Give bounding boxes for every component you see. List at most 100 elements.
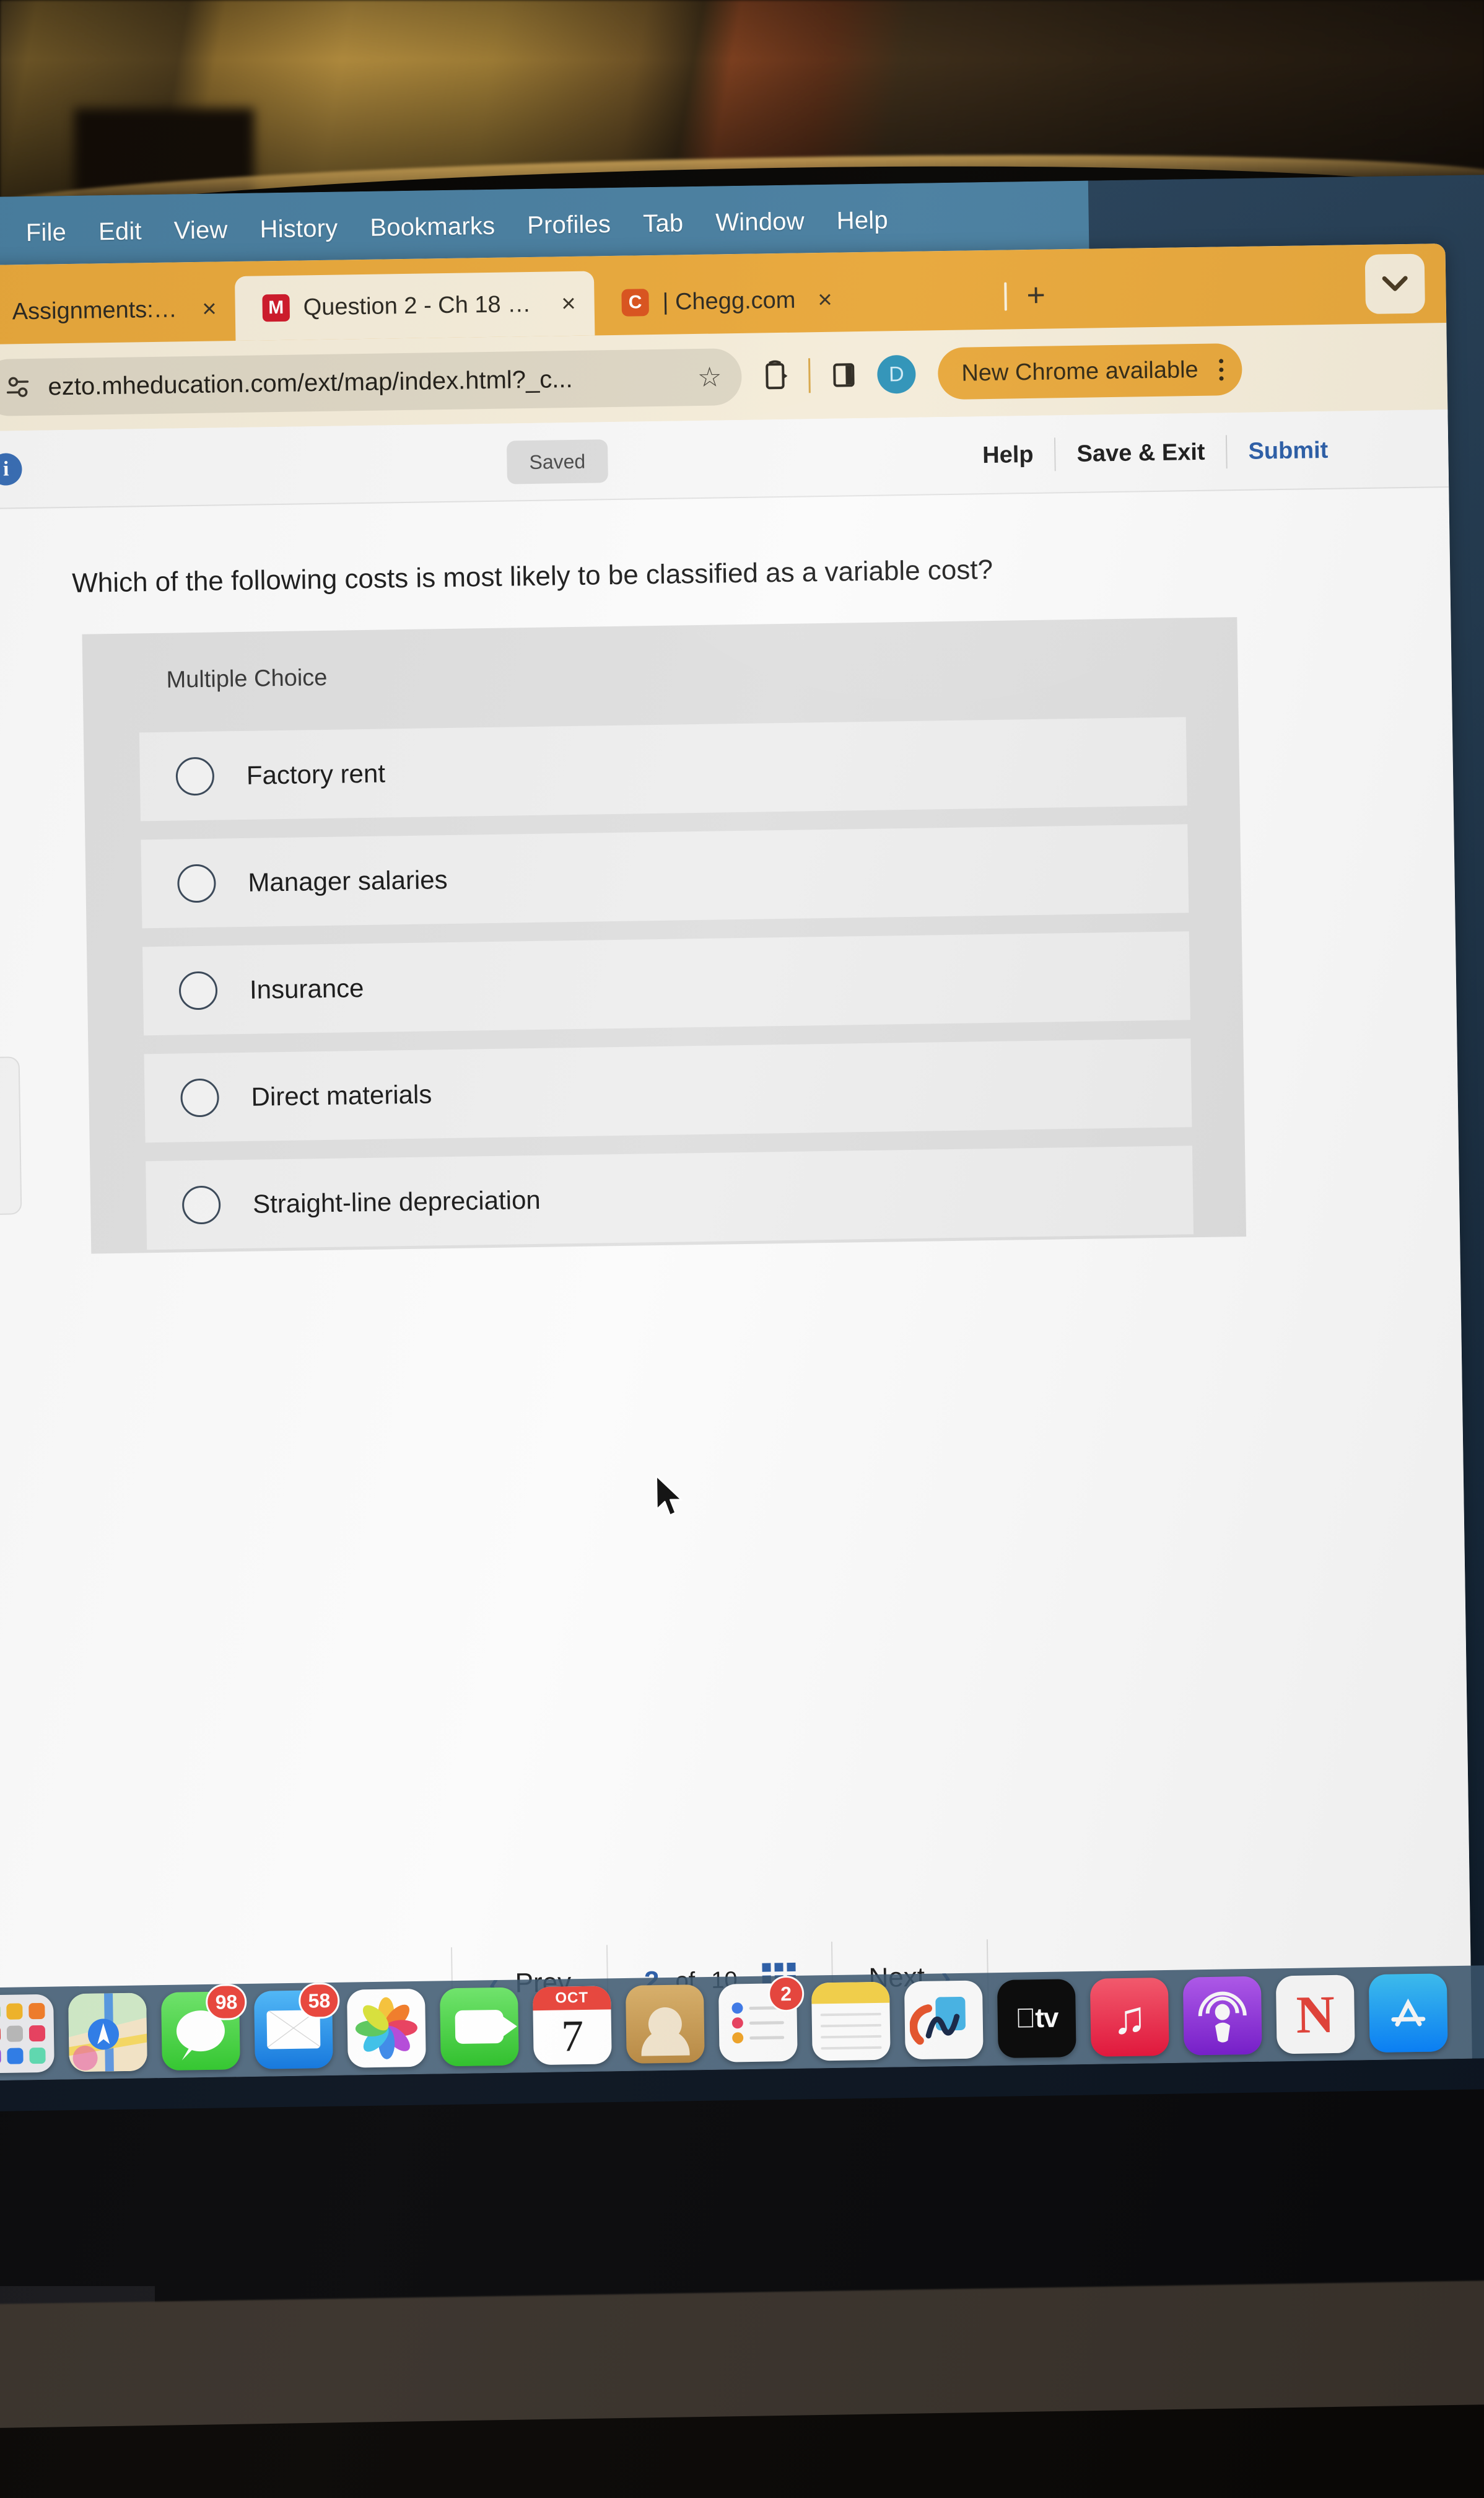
quiz-actions: Help Save & Exit Submit <box>961 411 1350 494</box>
new-tab-button[interactable]: + <box>1020 276 1052 314</box>
choice-option-manager-salaries[interactable]: Manager salaries <box>141 824 1189 929</box>
menu-item-apple[interactable]: ♥ <box>0 219 10 248</box>
menu-item-edit[interactable]: Edit <box>82 217 158 246</box>
menu-item-bookmarks[interactable]: Bookmarks <box>354 212 511 242</box>
podcasts-icon <box>1198 1991 1247 2043</box>
freeform-icon <box>909 1996 966 2045</box>
dock-item-maps[interactable] <box>68 1992 147 2072</box>
question-text: Which of the following costs is most lik… <box>71 554 993 598</box>
answer-panel: Multiple Choice Factory rent Manager sal… <box>82 617 1247 1254</box>
dock-item-notes[interactable] <box>811 1981 891 2061</box>
choice-option-direct-materials[interactable]: Direct materials <box>144 1038 1192 1143</box>
dock-item-podcasts[interactable] <box>1182 1976 1262 2056</box>
photo-of-laptop-screen: ♥ File Edit View History Bookmarks Profi… <box>0 0 1484 2498</box>
dock-item-freeform[interactable] <box>904 1980 984 2074</box>
tab-title: Assignments: BUSA-8-0 <box>12 296 180 325</box>
appletv-icon:  <box>1015 2003 1036 2034</box>
tabstrip-divider <box>1004 282 1007 311</box>
dock-item-launchpad[interactable] <box>0 1994 55 2074</box>
submit-button[interactable]: Submit <box>1227 437 1349 465</box>
dock-item-reminders[interactable]: 2 <box>718 1975 805 2062</box>
favicon-chegg-icon: C <box>621 289 649 317</box>
save-and-exit-button[interactable]: Save & Exit <box>1055 439 1226 468</box>
news-icon: N <box>1295 1984 1335 2044</box>
photos-icon <box>355 1997 417 2059</box>
profile-avatar[interactable]: D <box>876 354 916 394</box>
choice-label: Straight-line depreciation <box>252 1185 541 1219</box>
question-number-card[interactable]: 2 <box>0 1056 22 1217</box>
tab-title: | Chegg.com <box>662 287 796 315</box>
choice-label: Direct materials <box>251 1079 432 1111</box>
menu-item-profiles[interactable]: Profiles <box>511 210 627 240</box>
address-bar[interactable]: ezto.mheducation.com/ext/map/index.html?… <box>0 348 743 417</box>
favicon-mheducation-icon: M <box>262 294 290 322</box>
radio-button[interactable] <box>175 756 215 796</box>
dock-item-facetime[interactable] <box>439 1987 519 2067</box>
radio-button[interactable] <box>180 1078 220 1117</box>
bookmark-star-icon[interactable]: ☆ <box>697 361 726 393</box>
menu-item-window[interactable]: Window <box>699 207 821 237</box>
badge-count: 2 <box>767 1975 805 2012</box>
split-screen-icon[interactable] <box>755 356 795 397</box>
dock-item-contacts[interactable] <box>625 1984 705 2064</box>
browser-tab-question-2[interactable]: M Question 2 - Ch 18 Quiz × <box>234 271 595 341</box>
choice-list: Factory rent Manager salaries Insurance <box>139 717 1194 1268</box>
choice-option-factory-rent[interactable]: Factory rent <box>139 717 1187 822</box>
tab-search-button[interactable] <box>1364 253 1426 314</box>
laptop-screen: ♥ File Edit View History Bookmarks Profi… <box>0 174 1484 2131</box>
site-settings-icon[interactable] <box>3 373 32 402</box>
page-viewport: Quiz i Saved Help Save & Exit Submit <box>0 409 1472 2080</box>
browser-tab-chegg[interactable]: C | Chegg.com × <box>594 265 991 335</box>
facetime-icon <box>455 2009 504 2044</box>
choice-label: Manager salaries <box>248 864 448 897</box>
dock-item-photos[interactable] <box>346 1988 426 2082</box>
choice-label: Factory rent <box>246 758 386 790</box>
quiz-title-group: Quiz i <box>0 453 23 486</box>
appletv-label: tv <box>1024 2002 1058 2034</box>
menu-item-tab[interactable]: Tab <box>627 209 700 238</box>
choice-option-straight-line-depreciation[interactable]: Straight-line depreciation <box>146 1146 1194 1250</box>
menu-item-file[interactable]: File <box>9 218 82 247</box>
dock-item-calendar[interactable]: OCT 7 <box>532 1986 612 2066</box>
chrome-update-button[interactable]: New Chrome available <box>937 343 1243 400</box>
notes-icon <box>811 1981 890 2004</box>
tab-close-icon[interactable]: × <box>552 289 576 318</box>
toolbar-divider <box>808 358 811 393</box>
contacts-icon <box>648 2007 683 2041</box>
appstore-icon <box>1391 1998 1426 2027</box>
chevron-down-icon <box>1382 276 1408 291</box>
music-note-icon: ♫ <box>1112 1991 1148 2043</box>
launchpad-icon <box>0 2002 46 2065</box>
side-panel-icon[interactable] <box>824 355 864 395</box>
tab-close-icon[interactable]: × <box>809 286 832 314</box>
tab-title: Question 2 - Ch 18 Quiz <box>303 291 539 320</box>
dock-item-messages[interactable]: 98 <box>161 1984 247 2085</box>
dock-item-appletv[interactable]: tv <box>997 1979 1076 2073</box>
chrome-browser-window: MDC Assignments: BUSA-8-0 × M Question 2… <box>0 243 1472 2081</box>
tab-close-icon[interactable]: × <box>193 295 217 323</box>
dock-item-appstore[interactable] <box>1368 1973 1448 2053</box>
badge-count: 58 <box>299 1982 340 2019</box>
radio-button[interactable] <box>177 864 216 903</box>
dock-item-news[interactable]: N <box>1275 1974 1355 2054</box>
status-badge-saved: Saved <box>506 439 608 484</box>
dock-item-mail[interactable]: 58 <box>253 1982 340 2084</box>
choice-label: Insurance <box>249 973 364 1004</box>
calendar-day: 7 <box>561 2010 584 2061</box>
dock-item-music[interactable]: ♫ <box>1089 1977 1169 2057</box>
menu-item-view[interactable]: View <box>157 216 243 245</box>
chrome-update-label: New Chrome available <box>961 356 1198 387</box>
kebab-menu-icon[interactable] <box>1219 358 1224 380</box>
badge-count: 98 <box>206 1984 247 2021</box>
help-button[interactable]: Help <box>961 441 1055 469</box>
menu-item-history[interactable]: History <box>243 214 354 244</box>
browser-tab-assignments[interactable]: MDC Assignments: BUSA-8-0 × <box>0 276 235 345</box>
maps-icon <box>68 1992 147 2072</box>
info-icon[interactable]: i <box>0 453 23 486</box>
choice-option-insurance[interactable]: Insurance <box>142 931 1190 1036</box>
radio-button[interactable] <box>181 1185 221 1224</box>
answer-type-label: Multiple Choice <box>166 664 328 693</box>
menu-item-help[interactable]: Help <box>820 206 904 235</box>
url-text: ezto.mheducation.com/ext/map/index.html?… <box>48 365 573 401</box>
radio-button[interactable] <box>178 971 218 1010</box>
